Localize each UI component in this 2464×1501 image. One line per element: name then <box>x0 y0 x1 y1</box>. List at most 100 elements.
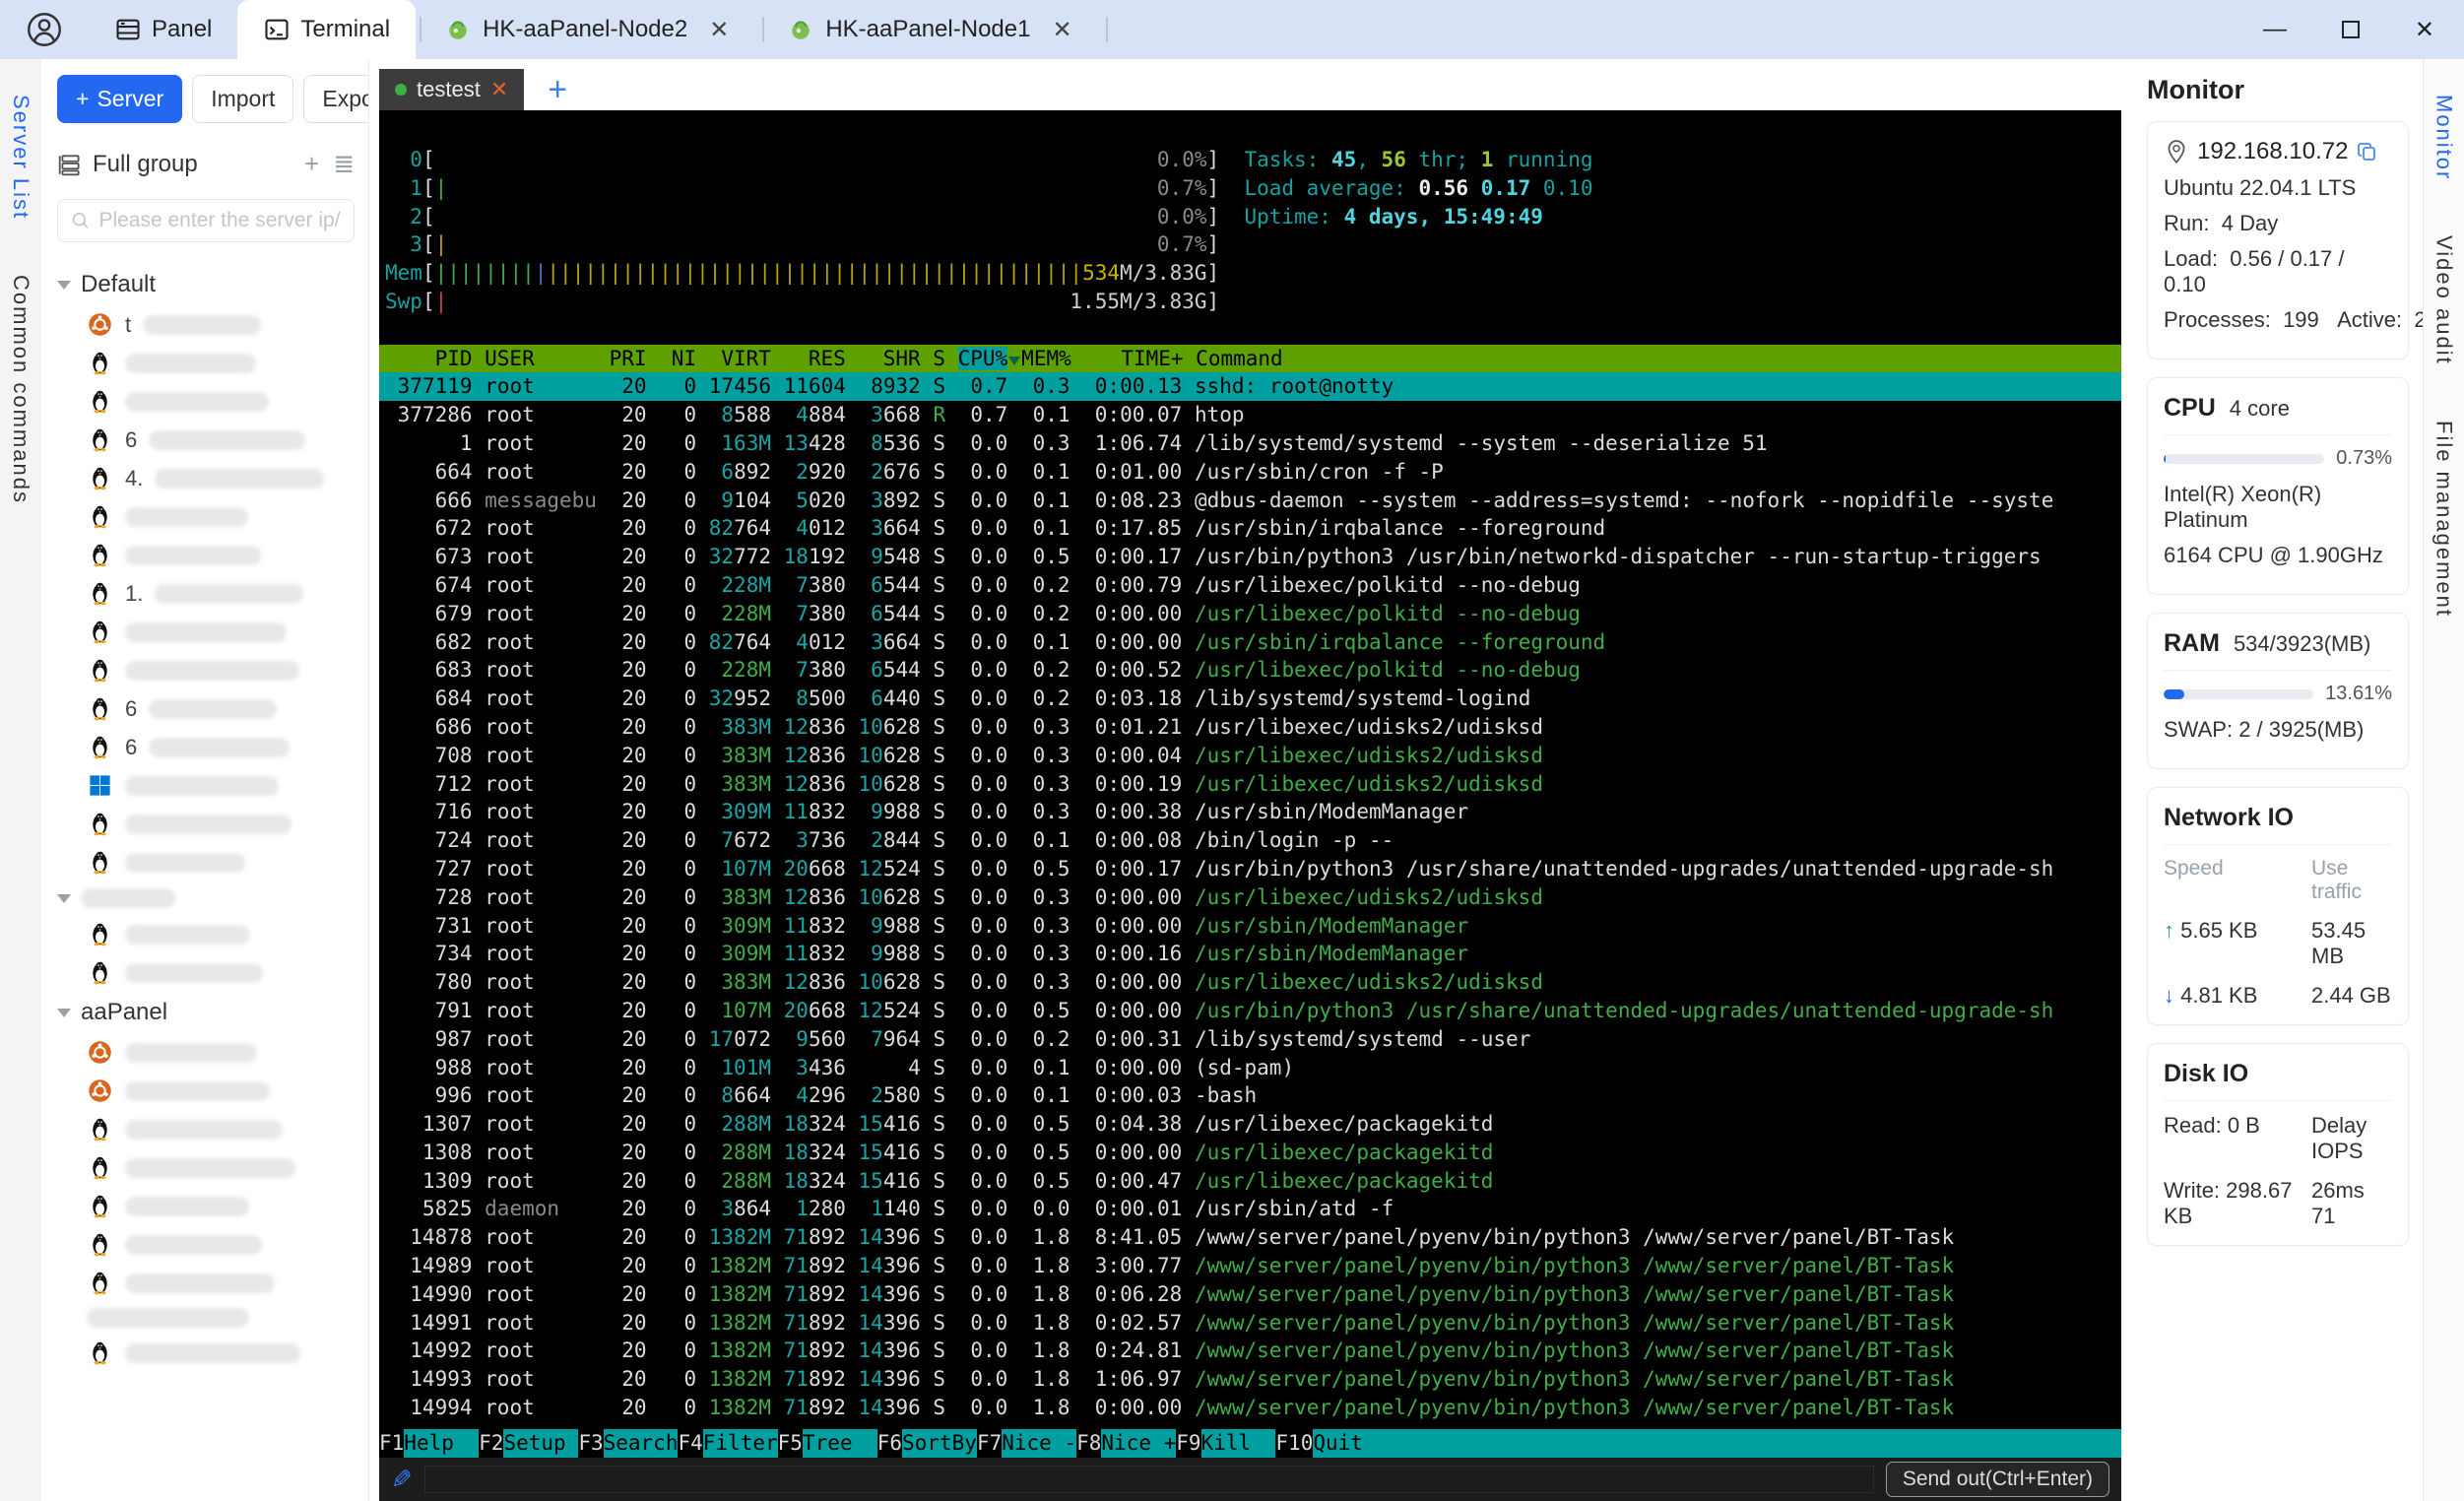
minimize-button[interactable]: — <box>2263 16 2287 43</box>
server-item[interactable] <box>57 1110 355 1148</box>
htop-process-row: 664 root 20 0 6892 2920 2676 S 0.0 0.1 0… <box>385 459 1444 484</box>
server-item[interactable] <box>57 1225 355 1264</box>
add-group-icon[interactable]: + <box>304 149 319 179</box>
server-item[interactable] <box>57 1302 355 1334</box>
server-search[interactable] <box>57 199 355 242</box>
server-item[interactable] <box>57 1187 355 1225</box>
maximize-button[interactable] <box>2341 21 2360 38</box>
group-list-icon[interactable]: ≣ <box>333 149 355 179</box>
tab-panel[interactable]: Panel <box>89 0 237 59</box>
server-item[interactable] <box>57 613 355 651</box>
htop-process-row: 5825 daemon 20 0 3864 1280 1140 S 0.0 0.… <box>385 1197 1394 1221</box>
server-item[interactable] <box>57 651 355 689</box>
command-input[interactable] <box>423 1466 1874 1493</box>
server-item[interactable] <box>57 497 355 536</box>
server-item[interactable] <box>57 1072 355 1110</box>
redacted-server-name <box>125 1157 295 1178</box>
server-item[interactable] <box>57 1264 355 1302</box>
right-rail: Monitor Video audit File management <box>2423 59 2464 1501</box>
traffic-header: Use traffic <box>2311 857 2362 903</box>
search-input[interactable] <box>98 209 342 232</box>
full-group-label: Full group <box>93 150 198 177</box>
terminal-screen[interactable]: 0[ 0.0%] Tasks: 45, 56 thr; 1 running 1[… <box>379 110 2121 1458</box>
server-item[interactable]: 6 <box>57 689 355 728</box>
tab-terminal[interactable]: Terminal <box>237 0 417 59</box>
group-icon <box>58 154 80 175</box>
edit-pencil-icon[interactable]: ✎ <box>391 1465 413 1495</box>
cpu-title: CPU <box>2164 394 2216 422</box>
disk-write: Write: 298.67 KB <box>2164 1178 2293 1228</box>
session-status-dot <box>395 84 407 96</box>
terminal-tab-close-icon[interactable]: ✕ <box>490 77 508 102</box>
rail-file-management[interactable]: File management <box>2432 421 2457 618</box>
tab-separator <box>762 17 765 42</box>
export-button[interactable]: Export <box>303 75 368 123</box>
aapanel-node-icon <box>792 21 810 39</box>
tux-icon <box>93 428 107 452</box>
upload-speed: 5.65 KB <box>2180 918 2258 943</box>
server-item[interactable] <box>57 766 355 805</box>
copy-icon[interactable] <box>2356 140 2379 163</box>
redacted-server-name <box>125 391 269 412</box>
group-header-Default[interactable]: Default <box>57 264 355 305</box>
server-item[interactable]: 1. <box>57 574 355 613</box>
send-button[interactable]: Send out(Ctrl+Enter) <box>1885 1462 2109 1497</box>
terminal-area: testest ✕ + 0[ 0.0%] Tasks: 45, 56 thr; … <box>369 59 2133 1501</box>
cpu-card: CPU 4 core 0.73% Intel(R) Xeon(R) Platinu… <box>2147 377 2409 595</box>
server-item[interactable]: 6 <box>57 728 355 766</box>
rail-common-commands[interactable]: Common commands <box>8 275 33 504</box>
tux-icon <box>93 1272 107 1295</box>
redacted-server-name <box>155 583 304 604</box>
rail-server-list[interactable]: Server List <box>8 95 33 220</box>
redacted-server-name <box>149 698 278 719</box>
redacted-server-name <box>125 506 248 527</box>
htop-process-row: 672 root 20 0 82764 4012 3664 S 0.0 0.1 … <box>385 516 1606 541</box>
chevron-down-icon <box>57 280 71 290</box>
server-item[interactable]: 4. <box>57 459 355 497</box>
terminal-tab-testest[interactable]: testest ✕ <box>379 69 525 110</box>
htop-process-row: 674 root 20 0 228M 7380 6544 S 0.0 0.2 0… <box>385 572 1581 597</box>
rail-monitor[interactable]: Monitor <box>2432 95 2457 180</box>
close-icon[interactable]: ✕ <box>1042 16 1081 44</box>
download-arrow-icon: ↓ <box>2164 983 2174 1008</box>
group-header-redacted[interactable] <box>57 881 355 915</box>
node-tab-2[interactable]: HK-aaPanel-Node1 ✕ <box>768 0 1101 59</box>
cpu-percent: 0.73% <box>2336 447 2392 469</box>
add-server-button[interactable]: + Server <box>57 75 183 123</box>
server-item[interactable] <box>57 1033 355 1072</box>
server-item[interactable] <box>57 953 355 992</box>
server-item[interactable] <box>57 1334 355 1372</box>
run-value: 4 Day <box>2221 211 2279 235</box>
active-label: Active: <box>2337 307 2403 332</box>
rail-video-audit[interactable]: Video audit <box>2432 235 2457 365</box>
group-header-aaPanel[interactable]: aaPanel <box>57 992 355 1033</box>
aapanel-node-icon <box>449 21 467 39</box>
server-item[interactable] <box>57 843 355 881</box>
ubuntu-icon <box>89 313 111 336</box>
full-group-row[interactable]: Full group + ≣ <box>57 149 355 179</box>
server-item[interactable] <box>57 344 355 382</box>
import-button[interactable]: Import <box>192 75 294 123</box>
server-item[interactable] <box>57 536 355 574</box>
server-item[interactable] <box>57 915 355 953</box>
redacted-server-name <box>125 353 256 373</box>
close-icon[interactable]: ✕ <box>699 16 739 44</box>
server-item[interactable] <box>57 382 355 421</box>
redacted-server-name <box>125 775 279 796</box>
redacted-server-name <box>125 1196 249 1216</box>
user-avatar[interactable] <box>0 0 89 59</box>
run-label: Run: <box>2164 211 2210 235</box>
ip-pin-icon <box>2168 140 2185 164</box>
server-item[interactable] <box>57 1148 355 1187</box>
window-close-button[interactable]: ✕ <box>2415 16 2434 44</box>
tux-icon <box>93 1118 107 1142</box>
redacted-server-name <box>125 1273 275 1293</box>
server-item[interactable]: 6 <box>57 421 355 459</box>
node-tab-1[interactable]: HK-aaPanel-Node2 ✕ <box>425 0 758 59</box>
htop-process-row: 377286 root 20 0 8588 4884 3668 R 0.7 0.… <box>385 403 1245 427</box>
new-terminal-tab-button[interactable]: + <box>542 69 573 110</box>
server-item[interactable] <box>57 805 355 843</box>
server-item[interactable]: t <box>57 305 355 344</box>
redacted-server-name <box>149 429 306 450</box>
htop-function-key-bar[interactable]: F1 Help F2 Setup F3 Search F4 Filter F5 Tree F6… <box>379 1429 2121 1458</box>
